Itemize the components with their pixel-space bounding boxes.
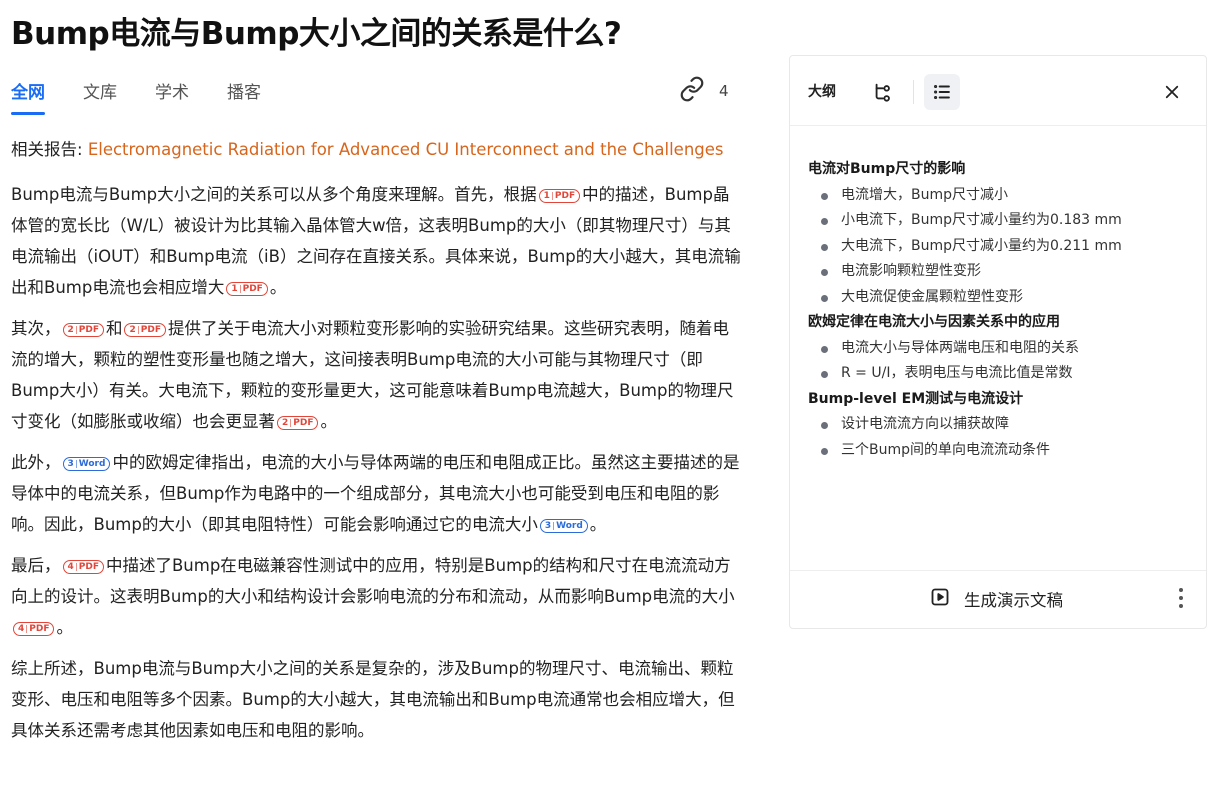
paragraph-text: 综上所述，Bump电流与Bump大小之间的关系是复杂的，涉及Bump的物理尺寸、… [11,659,735,740]
outline-panel-footer: 生成演示文稿 [790,570,1206,628]
page-title: Bump电流与Bump大小之间的关系是什么? [11,16,622,52]
paragraph-5: 综上所述，Bump电流与Bump大小之间的关系是复杂的，涉及Bump的物理尺寸、… [11,653,741,746]
paragraph-text: 。 [589,515,607,534]
citation-pdf-4[interactable]: 4 PDF [13,622,55,636]
outline-item[interactable]: 小电流下，Bump尺寸减小量约为0.183 mm [808,208,1198,234]
sources-link[interactable]: 4 [679,76,729,106]
outline-heading[interactable]: 电流对Bump尺寸的影响 [808,157,1198,183]
paragraph-2: 其次， 2 PDF 和 2 PDF 提供了关于电流大小对颗粒变形影响的实验研究结果。这些研究… [11,313,741,437]
generate-presentation-button[interactable]: 生成演示文稿 [930,587,1063,611]
answer-content: 相关报告: Electromagnetic Radiation for Adva… [11,138,741,756]
paragraph-text: 。 [269,278,287,297]
paragraph-text: 。 [320,412,337,431]
outline-panel-title[interactable]: 大纲 [808,81,836,101]
outline-heading[interactable]: 欧姆定律在电流大小与因素关系中的应用 [808,310,1198,336]
generate-presentation-label: 生成演示文稿 [964,591,1063,610]
sources-count: 4 [719,82,729,100]
paragraph-text: 中描述了Bump在电磁兼容性测试中的应用，特别是Bump的结构和尺寸在电流流动方… [11,556,735,606]
outline-item[interactable]: 大电流促使金属颗粒塑性变形 [808,285,1198,311]
citation-pdf-1[interactable]: 1 PDF [226,282,268,296]
outline-item[interactable]: 设计电流流方向以捕获故障 [808,412,1198,438]
header-divider [913,80,914,104]
paragraph-text: 最后， [11,556,61,575]
outline-item[interactable]: 三个Bump间的单向电流流动条件 [808,438,1198,464]
tab-library[interactable]: 文库 [83,78,117,115]
link-icon [679,76,705,106]
more-options-icon[interactable] [1178,587,1184,613]
citation-word-3[interactable]: 3 Word [539,519,588,533]
outline-panel-header: 大纲 [790,56,1206,126]
citation-pdf-2[interactable]: 2 PDF [62,323,104,337]
outline-list: 电流对Bump尺寸的影响 电流增大，Bump尺寸减小 小电流下，Bump尺寸减小… [808,157,1198,463]
related-report-link[interactable]: Electromagnetic Radiation for Advanced C… [88,140,724,159]
paragraph-3: 此外， 3 Word 中的欧姆定律指出，电流的大小与导体两端的电压和电阻成正比。虽然这… [11,447,741,540]
outline-item[interactable]: 大电流下，Bump尺寸减小量约为0.211 mm [808,234,1198,260]
outline-item[interactable]: R = U/I，表明电压与电流比值是常数 [808,361,1198,387]
paragraph-4: 最后， 4 PDF 中描述了Bump在电磁兼容性测试中的应用，特别是Bump的结构和尺… [11,550,741,643]
outline-panel: 大纲 电流对Bump尺寸的影响 电流增大，Bump尺寸减小 小电流下，Bump尺… [789,55,1207,629]
paragraph-text: 中的欧姆定律指出，电流的大小与导体两端的电压和电阻成正比。虽然这主要描述的是导体… [11,453,740,534]
tab-all-web[interactable]: 全网 [11,78,45,115]
related-report: 相关报告: Electromagnetic Radiation for Adva… [11,138,741,162]
tab-academic[interactable]: 学术 [155,78,189,115]
related-report-label: 相关报告: [11,140,83,159]
paragraph-text: Bump电流与Bump大小之间的关系可以从多个角度来理解。首先，根据 [11,185,537,204]
paragraph-text: 此外， [11,453,61,472]
citation-pdf-2[interactable]: 2 PDF [277,416,319,430]
paragraph-text: 和 [105,319,123,338]
citation-pdf-4[interactable]: 4 PDF [62,560,104,574]
paragraph-1: Bump电流与Bump大小之间的关系可以从多个角度来理解。首先，根据 1 PDF 中的… [11,179,741,303]
tab-podcast[interactable]: 播客 [227,78,261,115]
source-tabs: 全网 文库 学术 播客 [11,78,261,115]
mindmap-icon[interactable] [865,74,901,110]
outline-item[interactable]: 电流影响颗粒塑性变形 [808,259,1198,285]
outline-item[interactable]: 电流大小与导体两端电压和电阻的关系 [808,336,1198,362]
paragraph-text: 。 [56,618,73,637]
paragraph-text: 其次， [11,319,61,338]
outline-heading[interactable]: Bump-level EM测试与电流设计 [808,387,1198,413]
close-icon[interactable] [1154,74,1190,110]
outline-item[interactable]: 电流增大，Bump尺寸减小 [808,183,1198,209]
presentation-play-icon [930,587,950,611]
list-icon[interactable] [924,74,960,110]
citation-word-3[interactable]: 3 Word [62,457,111,471]
citation-pdf-2[interactable]: 2 PDF [124,323,166,337]
citation-pdf-1[interactable]: 1 PDF [538,189,581,203]
